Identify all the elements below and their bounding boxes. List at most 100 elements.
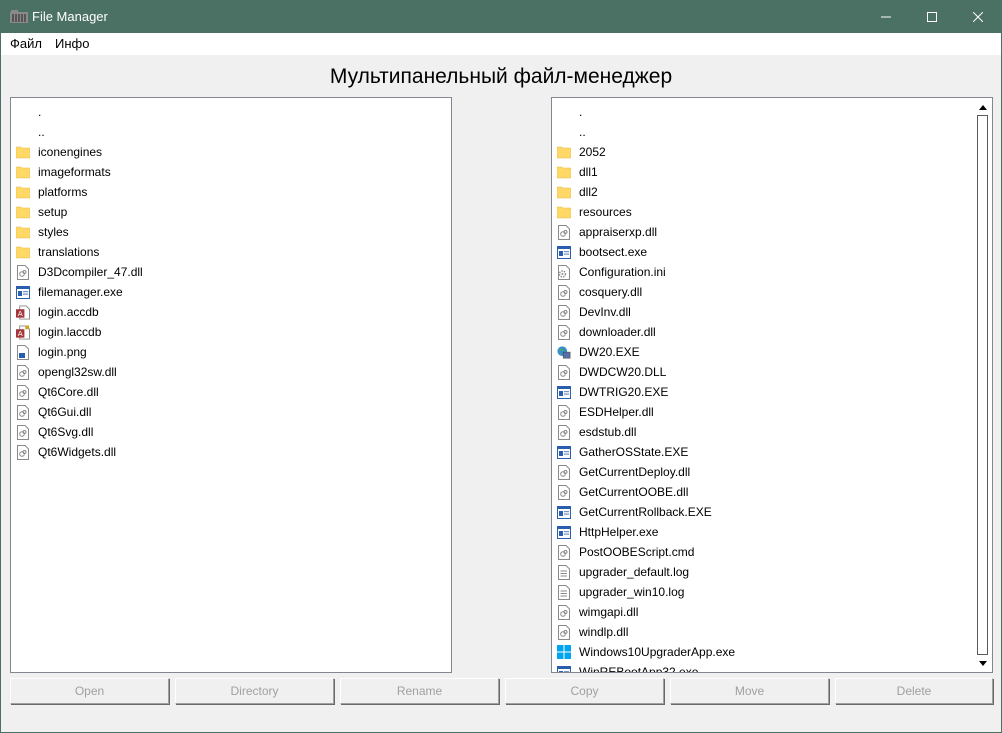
file-name: cosquery.dll	[579, 285, 643, 299]
file-list-item[interactable]: .	[16, 102, 451, 122]
file-name: appraiserxp.dll	[579, 225, 658, 239]
folder-icon	[16, 244, 30, 260]
folder-icon	[557, 184, 571, 200]
file-name: .	[579, 105, 583, 119]
dll-file-icon	[557, 404, 571, 420]
file-list-item[interactable]: platforms	[16, 182, 451, 202]
file-name: GetCurrentDeploy.dll	[579, 465, 691, 479]
file-list-item[interactable]: GatherOSState.EXE	[557, 442, 992, 462]
file-list-item[interactable]: GetCurrentOOBE.dll	[557, 482, 992, 502]
file-name: imageformats	[38, 165, 111, 179]
file-list-item[interactable]: iconengines	[16, 142, 451, 162]
exe-file-icon	[557, 444, 571, 460]
file-list-item[interactable]: translations	[16, 242, 451, 262]
file-list-item[interactable]: opengl32sw.dll	[16, 362, 451, 382]
minimize-icon	[881, 16, 891, 18]
menu-file[interactable]: Файл	[10, 36, 42, 51]
folder-icon	[16, 144, 30, 160]
open-button[interactable]: Open	[10, 678, 169, 704]
file-list-item[interactable]: Qt6Gui.dll	[16, 402, 451, 422]
maximize-icon	[927, 12, 937, 22]
directory-button[interactable]: Directory	[175, 678, 334, 704]
menu-info[interactable]: Инфо	[55, 36, 89, 51]
file-name: login.png	[38, 345, 87, 359]
file-list-item[interactable]: ..	[557, 122, 992, 142]
file-list-item[interactable]: ..	[16, 122, 451, 142]
file-name: 2052	[579, 145, 606, 159]
file-list-item[interactable]: upgrader_default.log	[557, 562, 992, 582]
file-list-item[interactable]: Configuration.ini	[557, 262, 992, 282]
file-list-item[interactable]: wimgapi.dll	[557, 602, 992, 622]
file-list-item[interactable]: windlp.dll	[557, 622, 992, 642]
exe-file-icon	[557, 664, 571, 672]
copy-button[interactable]: Copy	[505, 678, 664, 704]
file-list-item[interactable]: DWDCW20.DLL	[557, 362, 992, 382]
file-list-item[interactable]: .	[557, 102, 992, 122]
close-button[interactable]	[955, 1, 1001, 33]
folder-icon	[16, 224, 30, 240]
file-list-item[interactable]: setup	[16, 202, 451, 222]
file-list-item[interactable]: filemanager.exe	[16, 282, 451, 302]
file-list-item[interactable]: resources	[557, 202, 992, 222]
app-window: File Manager Файл Инфо Мультипанельный ф…	[0, 0, 1002, 733]
dll-file-icon	[557, 484, 571, 500]
left-file-panel[interactable]: ... iconengines imageformats platforms setup…	[10, 97, 452, 673]
file-list-item[interactable]: appraiserxp.dll	[557, 222, 992, 242]
file-name: Qt6Svg.dll	[38, 425, 94, 439]
dll-file-icon	[557, 464, 571, 480]
file-list-item[interactable]: DevInv.dll	[557, 302, 992, 322]
script-file-icon	[557, 544, 571, 560]
file-name: GatherOSState.EXE	[579, 445, 689, 459]
dll-file-icon	[16, 424, 30, 440]
dll-file-icon	[557, 364, 571, 380]
move-button[interactable]: Move	[670, 678, 829, 704]
file-name: downloader.dll	[579, 325, 656, 339]
file-name: Qt6Gui.dll	[38, 405, 92, 419]
file-list-item[interactable]: GetCurrentRollback.EXE	[557, 502, 992, 522]
file-list-item[interactable]: bootsect.exe	[557, 242, 992, 262]
file-list-item[interactable]: Qt6Widgets.dll	[16, 442, 451, 462]
file-list-item[interactable]: styles	[16, 222, 451, 242]
file-list-item[interactable]: dll1	[557, 162, 992, 182]
file-list-item[interactable]: Alogin.laccdb	[16, 322, 451, 342]
file-name: styles	[38, 225, 69, 239]
right-file-panel[interactable]: ... 2052 dll1 dll2 resources appraiserxp.dll b…	[551, 97, 993, 673]
file-list-item[interactable]: DW20.EXE	[557, 342, 992, 362]
file-name: ESDHelper.dll	[579, 405, 654, 419]
file-name: iconengines	[38, 145, 103, 159]
dll-file-icon	[557, 324, 571, 340]
file-list-item[interactable]: Qt6Core.dll	[16, 382, 451, 402]
file-list-item[interactable]: login.png	[16, 342, 451, 362]
text-file-icon	[557, 584, 571, 600]
file-list-item[interactable]: upgrader_win10.log	[557, 582, 992, 602]
file-list-item[interactable]: dll2	[557, 182, 992, 202]
rename-button[interactable]: Rename	[340, 678, 499, 704]
globe-app-icon	[557, 344, 571, 360]
file-list-item[interactable]: D3Dcompiler_47.dll	[16, 262, 451, 282]
file-list-item[interactable]: cosquery.dll	[557, 282, 992, 302]
file-list-item[interactable]: imageformats	[16, 162, 451, 182]
minimize-button[interactable]	[863, 1, 909, 33]
file-list-item[interactable]: Qt6Svg.dll	[16, 422, 451, 442]
file-name: esdstub.dll	[579, 425, 637, 439]
dll-file-icon	[557, 284, 571, 300]
file-list-item[interactable]: downloader.dll	[557, 322, 992, 342]
file-list-item[interactable]: 2052	[557, 142, 992, 162]
file-list-item[interactable]: GetCurrentDeploy.dll	[557, 462, 992, 482]
file-list-item[interactable]: PostOOBEScript.cmd	[557, 542, 992, 562]
maximize-button[interactable]	[909, 1, 955, 33]
file-list-item[interactable]: Windows10UpgraderApp.exe	[557, 642, 992, 662]
delete-button[interactable]: Delete	[835, 678, 993, 704]
file-list-item[interactable]: WinREBootApp32.exe	[557, 662, 992, 672]
file-list-item[interactable]: Alogin.accdb	[16, 302, 451, 322]
file-list-item[interactable]: HttpHelper.exe	[557, 522, 992, 542]
file-list-item[interactable]: esdstub.dll	[557, 422, 992, 442]
svg-text:A: A	[18, 329, 23, 338]
folder-icon	[16, 184, 30, 200]
file-name: Qt6Core.dll	[38, 385, 99, 399]
file-name: opengl32sw.dll	[38, 365, 117, 379]
title-bar[interactable]: File Manager	[1, 1, 1001, 33]
file-name: PostOOBEScript.cmd	[579, 545, 695, 559]
file-list-item[interactable]: DWTRIG20.EXE	[557, 382, 992, 402]
file-list-item[interactable]: ESDHelper.dll	[557, 402, 992, 422]
